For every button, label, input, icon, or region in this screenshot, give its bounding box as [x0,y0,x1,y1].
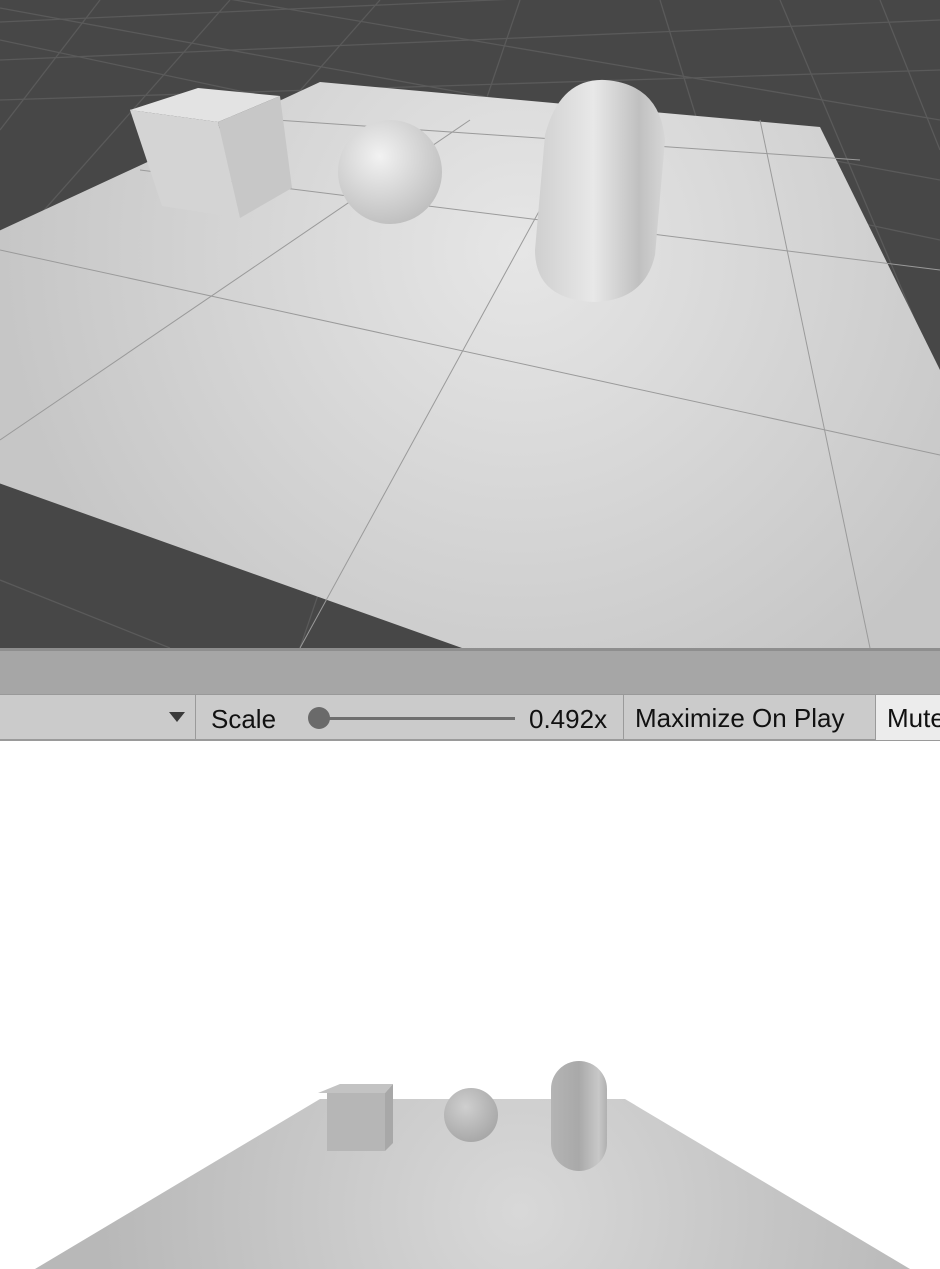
chevron-down-icon [169,712,185,722]
scale-slider-group: Scale 0.492x [197,695,624,740]
game-canvas [35,1061,910,1269]
scale-slider-thumb[interactable] [308,707,331,729]
plane-object[interactable] [0,82,940,648]
capsule-object[interactable] [535,79,665,302]
mute-audio-button[interactable]: Mute Audio [876,695,940,740]
scale-slider-track[interactable] [309,717,515,720]
game-view-toolbar: Scale 0.492x Maximize On Play Mute Audio [0,694,940,741]
scale-label: Scale [211,704,277,734]
display-dropdown[interactable] [0,695,196,740]
game-view[interactable] [0,741,940,1269]
maximize-on-play-button[interactable]: Maximize On Play [624,695,876,740]
scale-value: 0.492x [529,704,608,734]
sphere-object[interactable] [338,120,442,224]
view-divider [0,648,940,694]
capsule-object[interactable] [551,1061,607,1171]
sphere-object[interactable] [444,1088,498,1142]
scene-canvas [0,0,940,648]
cube-object[interactable] [318,1084,393,1151]
scene-view[interactable] [0,0,940,648]
mute-audio-label: Mute Audio [887,703,940,733]
maximize-on-play-label: Maximize On Play [635,703,845,733]
